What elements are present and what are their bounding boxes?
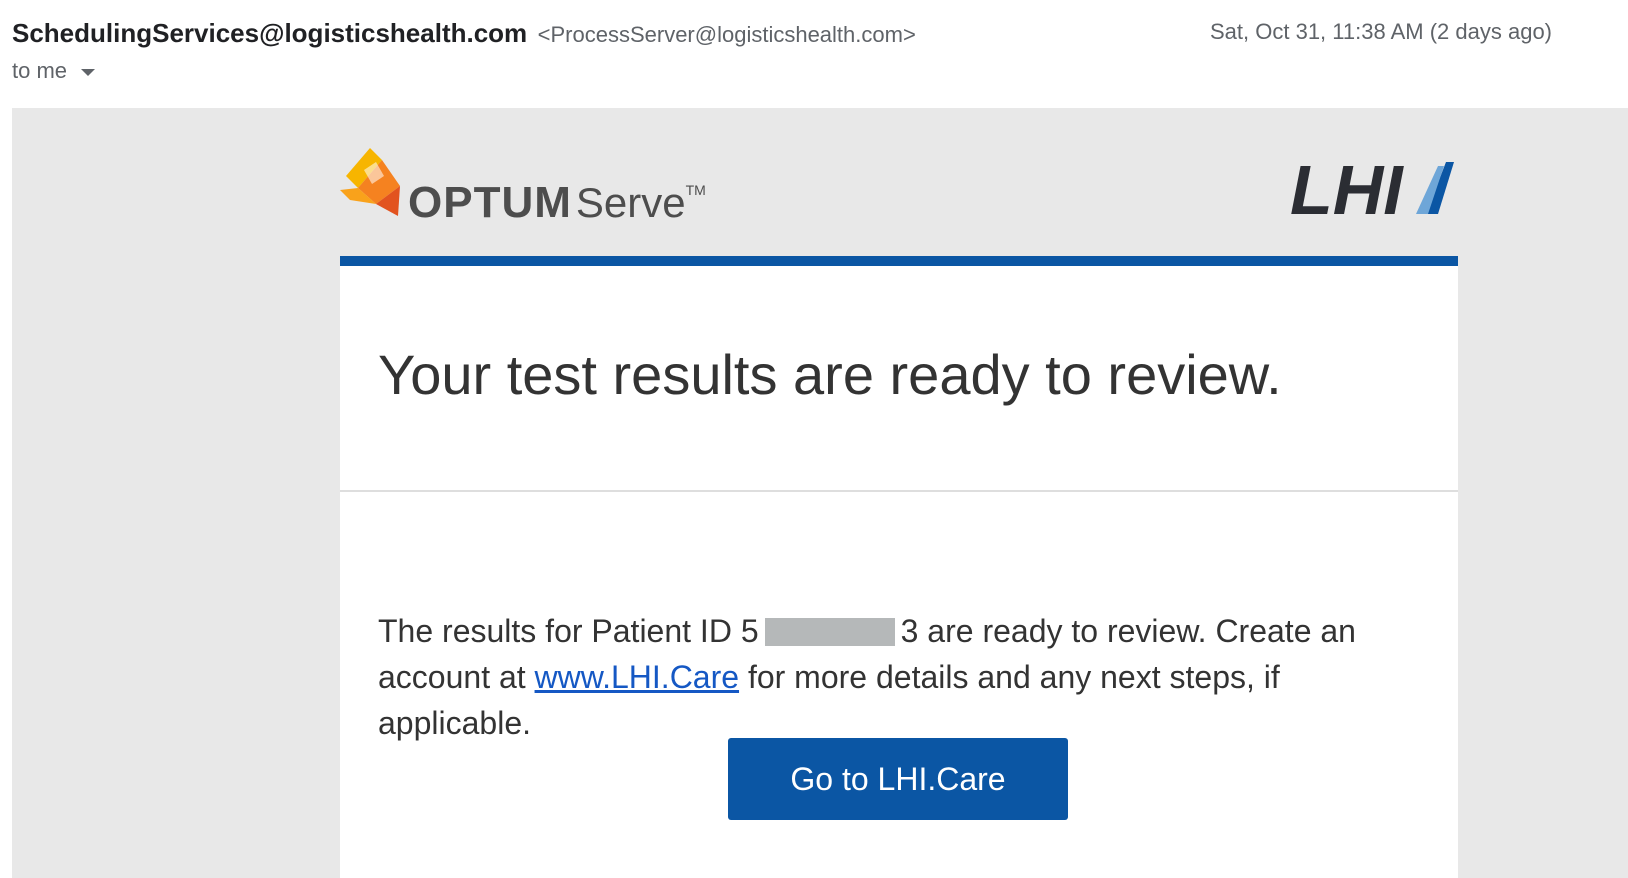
lhi-logo: LHI — [1290, 156, 1454, 220]
sender-address: <ProcessServer@logisticshealth.com> — [537, 22, 916, 47]
chevron-down-icon[interactable] — [81, 68, 96, 76]
redacted-patient-id — [764, 618, 895, 646]
optum-logo-icon — [340, 148, 400, 216]
go-to-lhi-care-button[interactable]: Go to LHI.Care — [728, 738, 1068, 820]
sender-line: SchedulingServices@logisticshealth.com <… — [12, 18, 916, 49]
email-date: Sat, Oct 31, 11:38 AM (2 days ago) — [1210, 19, 1552, 44]
email-header: SchedulingServices@logisticshealth.com <… — [0, 0, 1628, 108]
body-text-part1: The results for Patient ID — [378, 613, 741, 649]
headline: Your test results are ready to review. — [378, 343, 1282, 406]
sender-name[interactable]: SchedulingServices@logisticshealth.com — [12, 18, 527, 48]
optum-serve-wordmark: OPTUMServeTM — [408, 178, 706, 228]
brand-row: OPTUMServeTM LHI — [340, 140, 1458, 258]
body-paragraph: The results for Patient ID 53 are ready … — [378, 608, 1418, 746]
optum-word: OPTUM — [408, 178, 572, 227]
recipient-toggle[interactable]: to me — [12, 58, 96, 84]
trademark-symbol: TM — [685, 182, 706, 198]
lhi-care-link[interactable]: www.LHI.Care — [535, 659, 740, 695]
header-accent-bar — [340, 256, 1458, 266]
patient-id-last-char: 3 — [900, 613, 919, 649]
divider — [340, 490, 1458, 492]
patient-id-first-char: 5 — [740, 613, 759, 649]
lhi-logo-text: LHI — [1290, 156, 1404, 220]
serve-word: Serve — [575, 179, 686, 226]
email-card: Your test results are ready to review. T… — [340, 266, 1458, 878]
recipient-label: to me — [12, 58, 68, 83]
